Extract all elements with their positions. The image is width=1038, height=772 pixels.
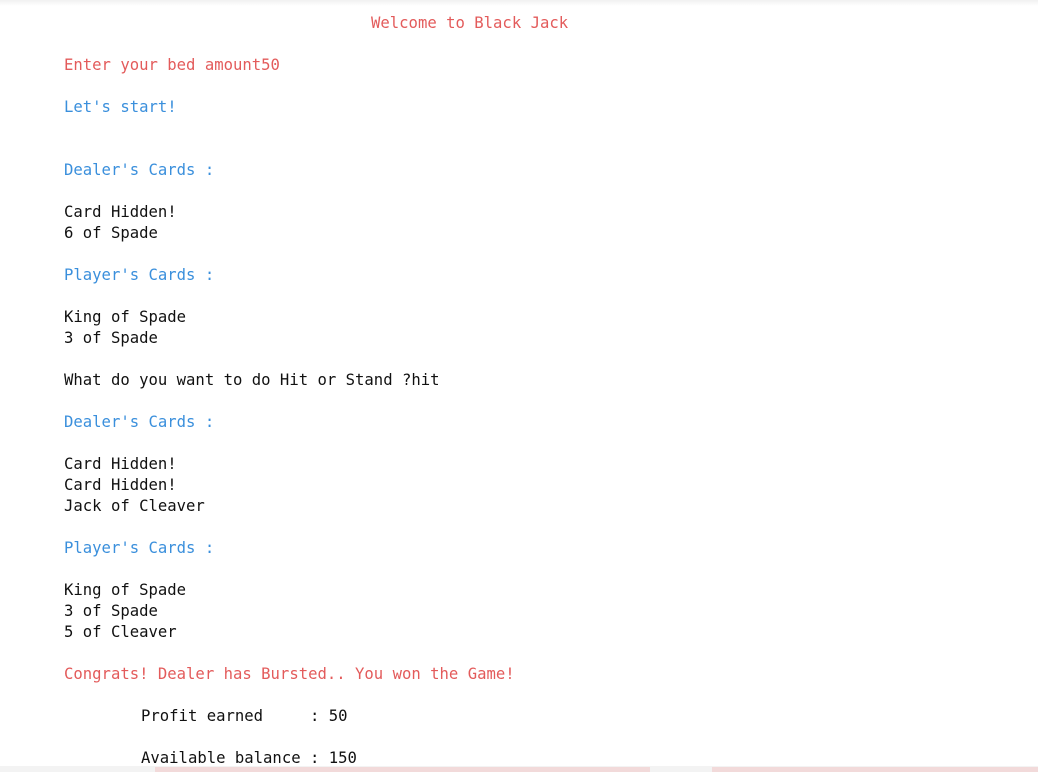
dealer-card-2-3: Jack of Cleaver (64, 497, 205, 515)
dealer-cards-header-1: Dealer's Cards : (64, 161, 215, 179)
scrollbar-track-segment (712, 767, 1038, 772)
player-cards-header-2: Player's Cards : (64, 539, 215, 557)
scrollbar-track-segment (155, 767, 650, 772)
bet-prompt: Enter your bed amount50 (64, 56, 280, 74)
player-card-1-2: 3 of Spade (64, 329, 158, 347)
welcome-title: Welcome to Black Jack (371, 14, 569, 32)
player-card-2-1: King of Spade (64, 581, 187, 599)
action-prompt: What do you want to do Hit or Stand ?hit (64, 371, 440, 389)
dealer-card-1-1: Card Hidden! (64, 203, 177, 221)
result-message: Congrats! Dealer has Bursted.. You won t… (64, 665, 515, 683)
horizontal-scrollbar[interactable] (0, 766, 1038, 772)
player-cards-header-1: Player's Cards : (64, 266, 215, 284)
dealer-card-2-2: Card Hidden! (64, 476, 177, 494)
player-card-1-1: King of Spade (64, 308, 187, 326)
dealer-cards-header-2: Dealer's Cards : (64, 413, 215, 431)
player-card-2-2: 3 of Spade (64, 602, 158, 620)
profit-earned: Profit earned : 50 (141, 707, 348, 725)
console-output: Welcome to Black Jack Enter your bed amo… (0, 0, 1038, 772)
dealer-card-1-2: 6 of Spade (64, 224, 158, 242)
dealer-card-2-1: Card Hidden! (64, 455, 177, 473)
player-card-2-3: 5 of Cleaver (64, 623, 177, 641)
start-message: Let's start! (64, 98, 177, 116)
